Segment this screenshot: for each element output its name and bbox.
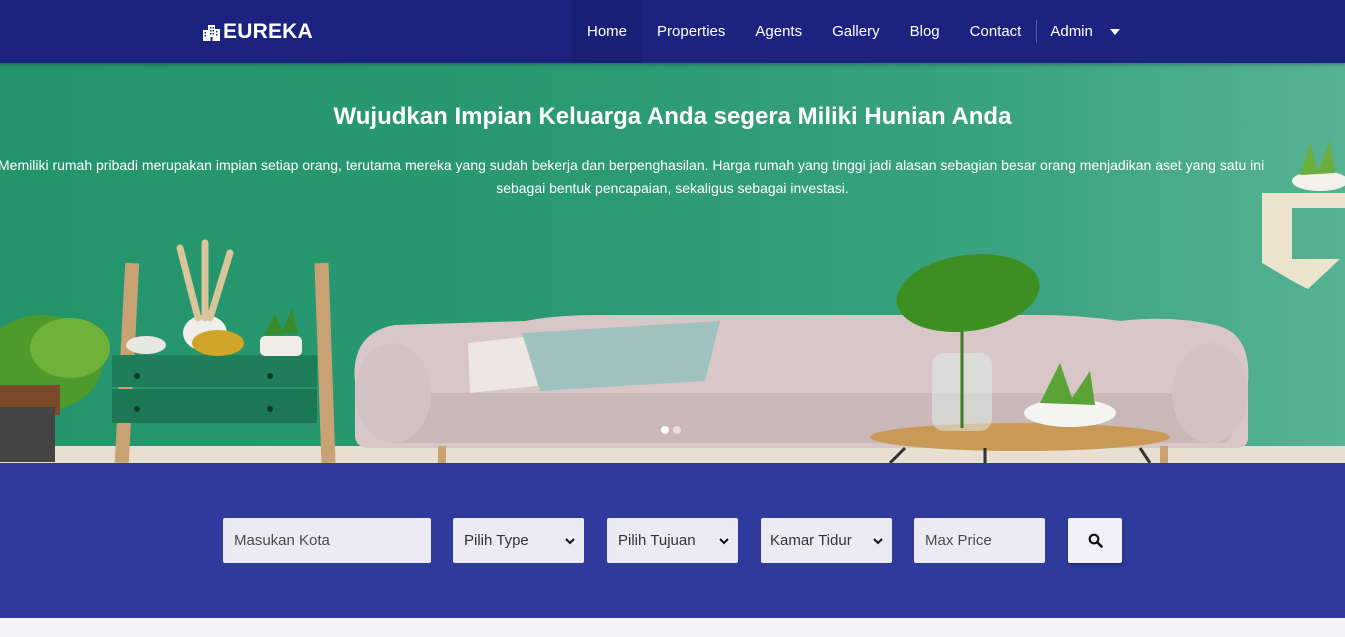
chevron-down-icon: [719, 537, 729, 544]
type-select[interactable]: Pilih Type: [453, 518, 584, 563]
hero-description-line2: sebagai bentuk pencapaian, sekaligus seb…: [496, 180, 849, 196]
page-section-below: [0, 618, 1345, 637]
user-menu-dropdown[interactable]: Admin: [1037, 0, 1120, 63]
carousel-indicators: [661, 426, 681, 434]
nav-properties[interactable]: Properties: [642, 0, 740, 63]
nav-contact[interactable]: Contact: [955, 0, 1037, 63]
chevron-down-icon: [873, 537, 883, 544]
purpose-select-value: Pilih Tujuan: [618, 532, 696, 549]
chevron-down-icon: [565, 537, 575, 544]
max-price-input[interactable]: [925, 532, 1034, 549]
bedroom-select[interactable]: Kamar Tidur: [761, 518, 892, 563]
nav-blog[interactable]: Blog: [895, 0, 955, 63]
main-nav: Home Properties Agents Gallery Blog Cont…: [572, 0, 1120, 63]
navbar: EUREKA Home Properties Agents Gallery Bl…: [0, 0, 1345, 63]
nav-agents[interactable]: Agents: [740, 0, 817, 63]
search-icon: [1088, 533, 1103, 548]
search-button[interactable]: [1068, 518, 1122, 563]
city-field-wrapper: [223, 518, 431, 563]
price-field-wrapper: [914, 518, 1045, 563]
carousel-dot-1[interactable]: [661, 426, 669, 434]
user-menu-label: Admin: [1050, 23, 1093, 40]
hero-description-line1: Memiliki rumah pribadi merupakan impian …: [0, 157, 1265, 173]
hero-carousel: Wujudkan Impian Keluarga Anda segera Mil…: [0, 63, 1345, 463]
purpose-select[interactable]: Pilih Tujuan: [607, 518, 738, 563]
property-search-bar: Pilih Type Pilih Tujuan Kamar Tidur: [0, 463, 1345, 618]
hero-title: Wujudkan Impian Keluarga Anda segera Mil…: [333, 103, 1012, 130]
caret-down-icon: [1109, 28, 1120, 35]
brand-logo[interactable]: EUREKA: [202, 19, 313, 45]
nav-home[interactable]: Home: [572, 0, 643, 63]
bedroom-select-value: Kamar Tidur: [770, 532, 852, 549]
hero-description: Memiliki rumah pribadi merupakan impian …: [0, 154, 1345, 200]
brand-name: EUREKA: [223, 20, 313, 43]
carousel-dot-2[interactable]: [673, 426, 681, 434]
city-input[interactable]: [234, 532, 420, 549]
nav-gallery[interactable]: Gallery: [817, 0, 895, 63]
building-icon: [203, 25, 220, 41]
type-select-value: Pilih Type: [464, 532, 529, 549]
